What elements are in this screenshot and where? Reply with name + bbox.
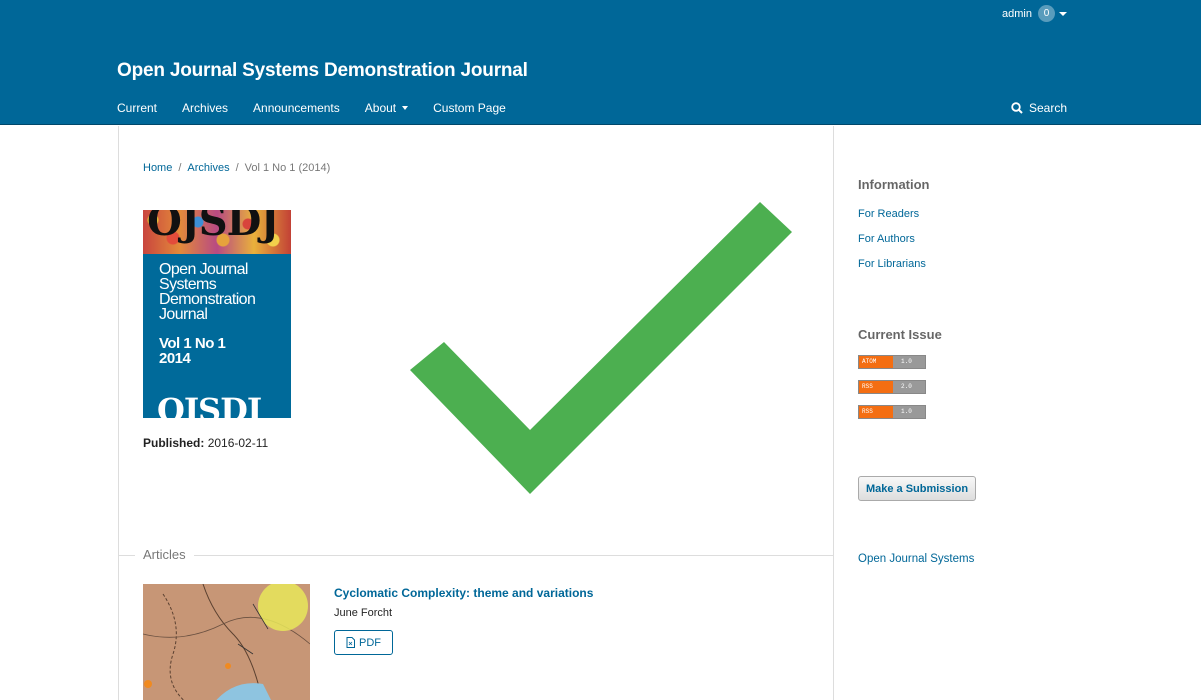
site-header: admin 0 Open Journal Systems Demonstrati… (0, 0, 1201, 125)
atom-feed-version: 1.0 (893, 356, 925, 368)
make-submission-button[interactable]: Make a Submission (858, 476, 976, 501)
issue-cover-image[interactable]: OJSDJ Open Journal Systems Demonstration… (143, 210, 291, 418)
published-label: Published: (143, 436, 205, 450)
map-image (143, 584, 310, 700)
rss1-feed-version: 1.0 (893, 406, 925, 418)
search-icon (1011, 102, 1023, 114)
chevron-down-icon (402, 106, 409, 110)
username[interactable]: admin (1002, 8, 1032, 20)
breadcrumb-archives[interactable]: Archives (187, 162, 229, 174)
pdf-galley-button[interactable]: PDF (334, 630, 393, 655)
atom-feed-type: ATOM (859, 356, 893, 368)
breadcrumb-home[interactable]: Home (143, 162, 172, 174)
rss2-feed-version: 2.0 (893, 381, 925, 393)
ojs-link[interactable]: Open Journal Systems (858, 553, 974, 565)
nav-current[interactable]: Current (117, 101, 157, 115)
article-cover-thumbnail[interactable] (143, 584, 310, 700)
search-label: Search (1028, 101, 1067, 115)
atom-feed-badge[interactable]: ATOM 1.0 (858, 355, 926, 369)
section-divider (119, 555, 834, 556)
nav-custom-page[interactable]: Custom Page (433, 101, 506, 115)
rss2-feed-badge[interactable]: RSS 2.0 (858, 380, 926, 394)
cover-journal-title: Open Journal Systems Demonstration Journ… (159, 261, 256, 323)
site-name[interactable]: Open Journal Systems Demonstration Journ… (117, 60, 528, 82)
cover-logo-top: OJSDJ (147, 210, 279, 245)
nav-archives[interactable]: Archives (182, 101, 228, 115)
nav-about[interactable]: About (364, 101, 409, 115)
cover-volume: Vol 1 No 1 2014 (159, 335, 226, 367)
search-link[interactable]: Search (1011, 101, 1067, 115)
cover-year: 2014 (159, 350, 191, 367)
articles-section-title: Articles (135, 547, 194, 562)
article-title-link[interactable]: Cyclomatic Complexity: theme and variati… (334, 586, 593, 600)
current-issue-block-title: Current Issue (858, 327, 942, 342)
cover-logo-bottom: OJSDJ (157, 391, 262, 418)
cover-volume-number: Vol 1 No 1 (159, 335, 226, 352)
article-author: June Forcht (334, 607, 393, 619)
link-for-librarians[interactable]: For Librarians (858, 258, 926, 270)
primary-nav: Current Archives Announcements About Cus… (117, 101, 531, 115)
rss1-feed-type: RSS (859, 406, 893, 418)
checkmark-icon (410, 202, 792, 494)
pdf-label: PDF (359, 636, 381, 649)
nav-announcements[interactable]: Announcements (253, 101, 340, 115)
task-count-badge[interactable]: 0 (1038, 5, 1055, 22)
chevron-down-icon[interactable] (1059, 11, 1067, 16)
pdf-file-icon (346, 637, 355, 648)
published-date: Published: 2016-02-11 (143, 436, 268, 450)
user-menu[interactable]: admin 0 (1002, 5, 1067, 22)
information-block-title: Information (858, 177, 930, 192)
rss1-feed-badge[interactable]: RSS 1.0 (858, 405, 926, 419)
link-for-authors[interactable]: For Authors (858, 233, 915, 245)
nav-about-label: About (364, 101, 397, 115)
breadcrumb: Home / Archives / Vol 1 No 1 (2014) (143, 162, 331, 174)
published-value: 2016-02-11 (207, 436, 269, 450)
link-for-readers[interactable]: For Readers (858, 208, 919, 220)
breadcrumb-current: Vol 1 No 1 (2014) (244, 162, 331, 174)
rss2-feed-type: RSS (859, 381, 893, 393)
